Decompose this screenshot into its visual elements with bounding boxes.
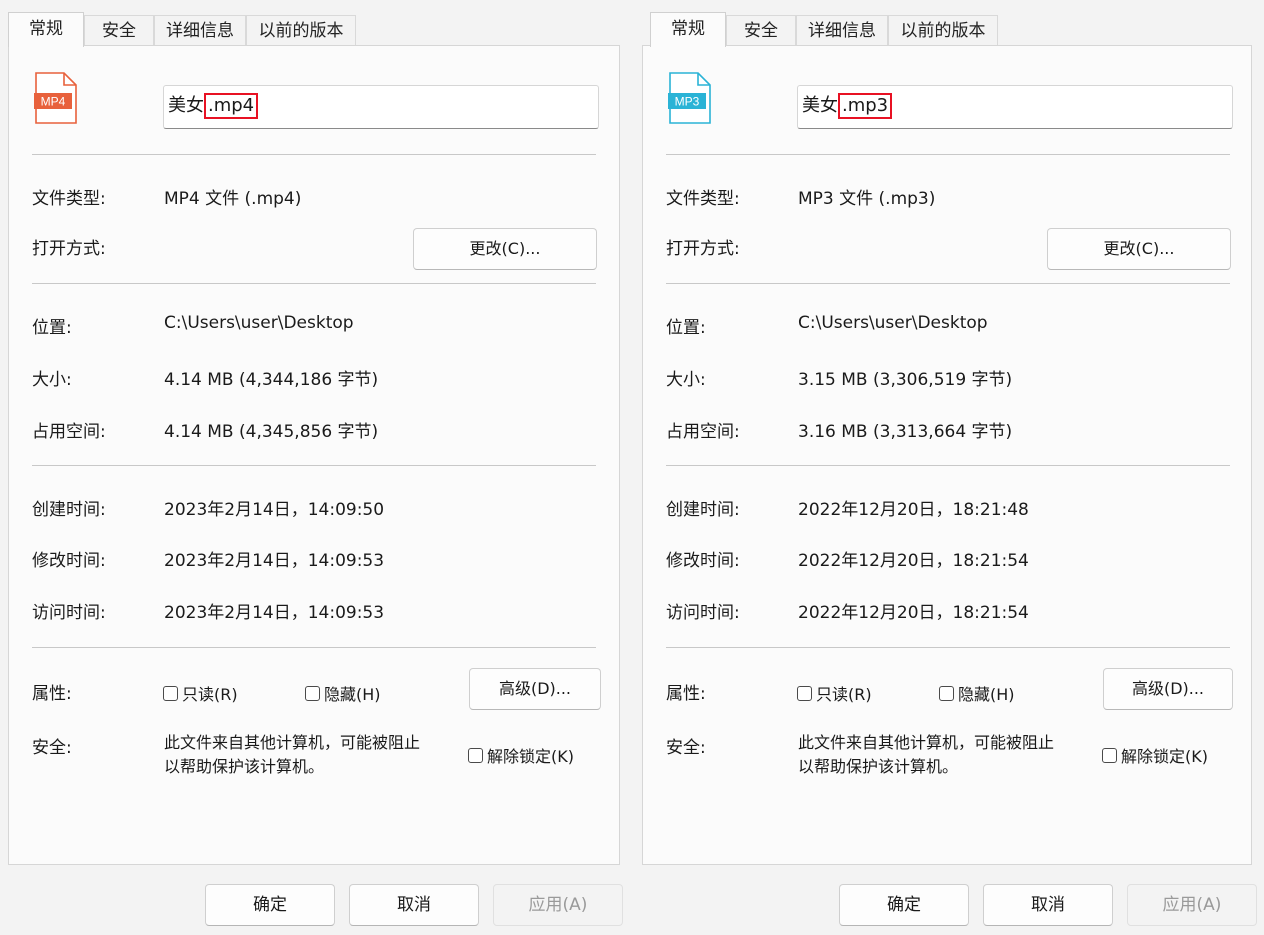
location-label: 位置: xyxy=(666,318,706,338)
divider xyxy=(32,647,596,648)
tab-security[interactable]: 安全 xyxy=(84,15,154,46)
created-label: 创建时间: xyxy=(666,500,740,520)
file-name-input[interactable]: 美女 .mp4 xyxy=(163,85,599,129)
tab-security[interactable]: 安全 xyxy=(726,15,796,46)
size-on-disk-label: 占用空间: xyxy=(666,422,740,442)
checkbox-box[interactable] xyxy=(305,685,320,701)
accessed-label: 访问时间: xyxy=(666,603,740,623)
apply-button[interactable]: 应用(A) xyxy=(1127,884,1257,926)
tab-previous-versions[interactable]: 以前的版本 xyxy=(888,15,998,46)
mp4-file-icon: MP4 xyxy=(34,72,78,124)
divider xyxy=(666,283,1230,284)
tab-details[interactable]: 详细信息 xyxy=(796,15,888,46)
svg-text:MP3: MP3 xyxy=(675,95,700,109)
tab-general[interactable]: 常规 xyxy=(8,12,84,47)
file-type-value: MP3 文件 (.mp3) xyxy=(798,189,936,209)
security-label: 安全: xyxy=(666,738,706,758)
change-button[interactable]: 更改(C)... xyxy=(1047,228,1231,270)
readonly-checkbox[interactable]: 只读(R) xyxy=(797,681,872,705)
ok-button[interactable]: 确定 xyxy=(839,884,969,926)
security-message: 此文件来自其他计算机，可能被阻止 以帮助保护该计算机。 xyxy=(798,733,1055,776)
divider xyxy=(666,647,1230,648)
modified-value: 2023年2月14日，14:09:53 xyxy=(164,551,385,571)
general-panel: MP3 美女 .mp3 文件类型: MP3 文件 (.mp3) 打开方式: 更改(… xyxy=(642,45,1252,865)
mp3-file-icon: MP3 xyxy=(668,72,712,124)
tab-previous-versions[interactable]: 以前的版本 xyxy=(246,15,356,46)
cancel-button[interactable]: 取消 xyxy=(983,884,1113,926)
readonly-checkbox[interactable]: 只读(R) xyxy=(163,681,238,705)
divider xyxy=(666,465,1230,466)
divider xyxy=(32,465,596,466)
size-on-disk-value: 4.14 MB (4,345,856 字节) xyxy=(164,422,379,442)
properties-dialog-mp4: 常规 安全 详细信息 以前的版本 MP4 美女 .mp4 文件类型: MP4 文件… xyxy=(0,0,632,935)
extension-highlight-box: .mp3 xyxy=(838,93,893,119)
ok-button[interactable]: 确定 xyxy=(205,884,335,926)
divider xyxy=(32,154,596,155)
tab-bar: 常规 安全 详细信息 以前的版本 xyxy=(8,12,632,47)
unblock-checkbox[interactable]: 解除锁定(K) xyxy=(468,743,574,767)
location-label: 位置: xyxy=(32,318,72,338)
tab-details[interactable]: 详细信息 xyxy=(154,15,246,46)
attributes-label: 属性: xyxy=(666,684,706,704)
change-button[interactable]: 更改(C)... xyxy=(413,228,597,270)
modified-label: 修改时间: xyxy=(666,551,740,571)
created-label: 创建时间: xyxy=(32,500,106,520)
cancel-button[interactable]: 取消 xyxy=(349,884,479,926)
attributes-label: 属性: xyxy=(32,684,72,704)
file-type-label: 文件类型: xyxy=(32,189,106,209)
created-value: 2022年12月20日，18:21:48 xyxy=(798,500,1029,520)
checkbox-box[interactable] xyxy=(163,685,178,701)
open-with-label: 打开方式: xyxy=(666,239,740,259)
created-value: 2023年2月14日，14:09:50 xyxy=(164,500,385,520)
divider xyxy=(32,283,596,284)
file-type-label: 文件类型: xyxy=(666,189,740,209)
size-on-disk-value: 3.16 MB (3,313,664 字节) xyxy=(798,422,1013,442)
size-value: 4.14 MB (4,344,186 字节) xyxy=(164,370,379,390)
checkbox-box[interactable] xyxy=(939,685,954,701)
open-with-label: 打开方式: xyxy=(32,239,106,259)
security-message: 此文件来自其他计算机，可能被阻止 以帮助保护该计算机。 xyxy=(164,733,421,776)
size-value: 3.15 MB (3,306,519 字节) xyxy=(798,370,1013,390)
file-type-value: MP4 文件 (.mp4) xyxy=(164,189,302,209)
checkbox-box[interactable] xyxy=(468,747,483,763)
security-label: 安全: xyxy=(32,738,72,758)
size-on-disk-label: 占用空间: xyxy=(32,422,106,442)
size-label: 大小: xyxy=(666,370,706,390)
size-label: 大小: xyxy=(32,370,72,390)
properties-dialog-mp3: 常规 安全 详细信息 以前的版本 MP3 美女 .mp3 文件类型: MP3 文件… xyxy=(634,0,1264,935)
location-value: C:\Users\user\Desktop xyxy=(798,313,988,333)
unblock-checkbox[interactable]: 解除锁定(K) xyxy=(1102,743,1208,767)
accessed-label: 访问时间: xyxy=(32,603,106,623)
accessed-value: 2022年12月20日，18:21:54 xyxy=(798,603,1029,623)
advanced-button[interactable]: 高级(D)... xyxy=(469,668,601,710)
checkbox-box[interactable] xyxy=(1102,747,1117,763)
modified-label: 修改时间: xyxy=(32,551,106,571)
modified-value: 2022年12月20日，18:21:54 xyxy=(798,551,1029,571)
general-panel: MP4 美女 .mp4 文件类型: MP4 文件 (.mp4) 打开方式: 更改(… xyxy=(8,45,620,865)
accessed-value: 2023年2月14日，14:09:53 xyxy=(164,603,385,623)
location-value: C:\Users\user\Desktop xyxy=(164,313,354,333)
svg-text:MP4: MP4 xyxy=(41,95,66,109)
file-name-input[interactable]: 美女 .mp3 xyxy=(797,85,1233,129)
apply-button[interactable]: 应用(A) xyxy=(493,884,623,926)
extension-highlight-box: .mp4 xyxy=(204,93,259,119)
hidden-checkbox[interactable]: 隐藏(H) xyxy=(305,681,381,705)
tab-bar: 常规 安全 详细信息 以前的版本 xyxy=(642,12,1264,47)
hidden-checkbox[interactable]: 隐藏(H) xyxy=(939,681,1015,705)
advanced-button[interactable]: 高级(D)... xyxy=(1103,668,1233,710)
divider xyxy=(666,154,1230,155)
checkbox-box[interactable] xyxy=(797,685,812,701)
tab-general[interactable]: 常规 xyxy=(650,12,726,47)
